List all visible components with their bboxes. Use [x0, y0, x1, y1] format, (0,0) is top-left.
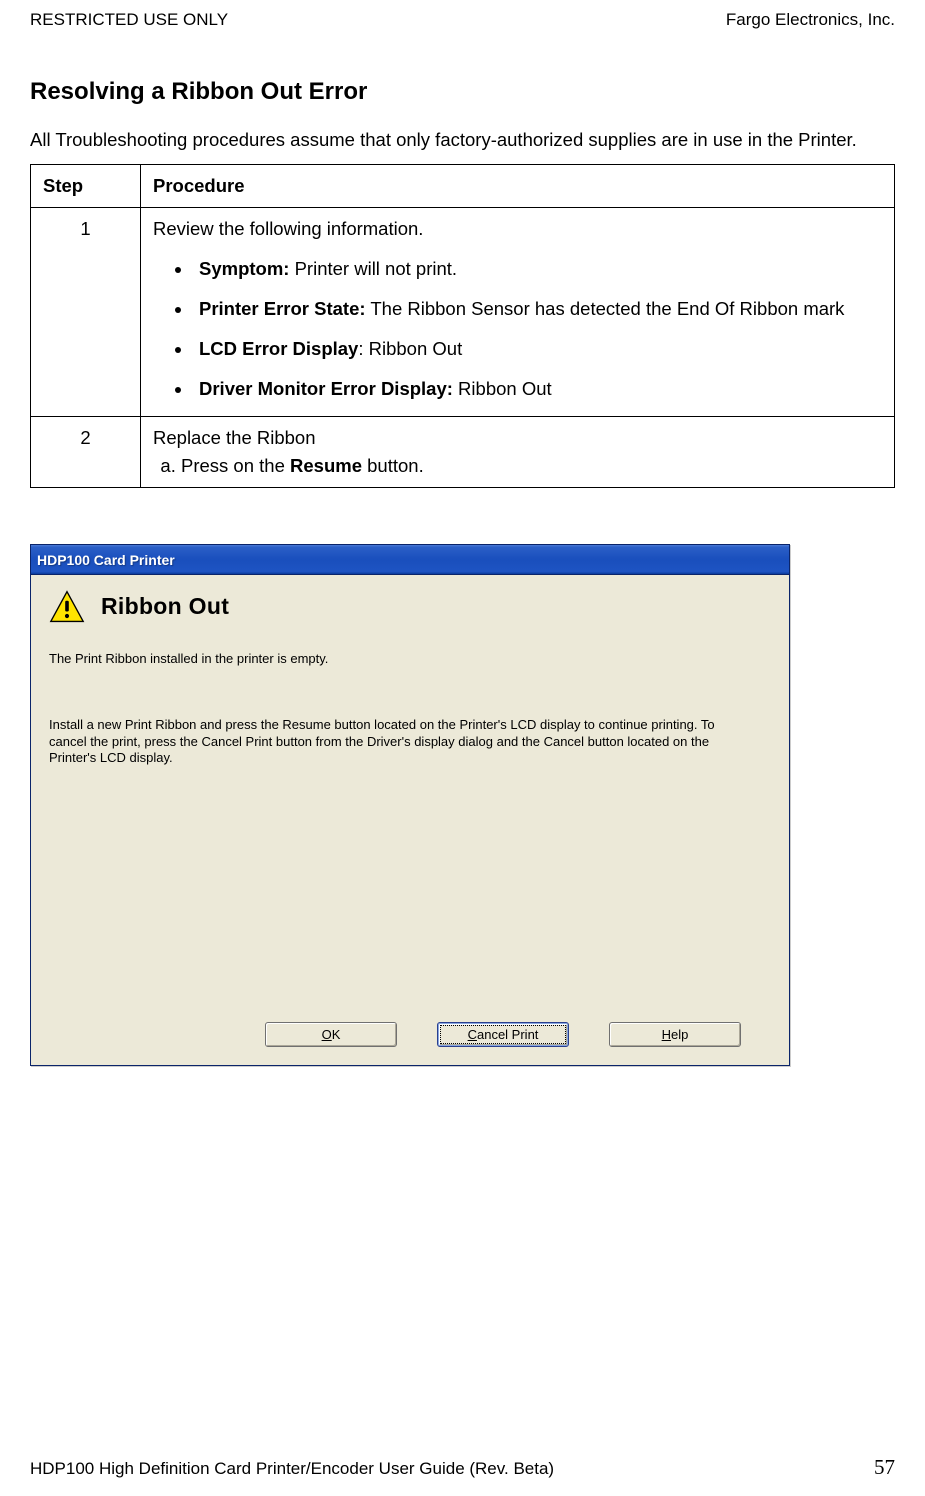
- help-mnemonic: H: [662, 1027, 671, 1042]
- ok-button[interactable]: OK: [265, 1022, 397, 1047]
- error-dialog: HDP100 Card Printer Ribbon Out The Print…: [30, 544, 790, 1066]
- table-header-row: Step Procedure: [31, 165, 895, 208]
- bullet-text: Printer will not print.: [289, 258, 457, 279]
- substep-pre: Press on the: [181, 455, 290, 476]
- page-number: 57: [874, 1455, 895, 1480]
- dialog-instruction: Install a new Print Ribbon and press the…: [49, 717, 749, 766]
- col-header-procedure: Procedure: [141, 165, 895, 208]
- bullet-label: LCD Error Display: [199, 338, 358, 359]
- table-row: 2 Replace the Ribbon Press on the Resume…: [31, 417, 895, 488]
- bullet-text: : Ribbon Out: [358, 338, 462, 359]
- bullet-label: Driver Monitor Error Display:: [199, 378, 453, 399]
- header-left: RESTRICTED USE ONLY: [30, 10, 228, 30]
- ok-rest: K: [332, 1027, 341, 1042]
- step-number: 2: [31, 417, 141, 488]
- substep-post: button.: [362, 455, 424, 476]
- list-item: LCD Error Display: Ribbon Out: [193, 338, 882, 360]
- cancel-print-button[interactable]: Cancel Print: [437, 1022, 569, 1047]
- dialog-spacer: [49, 766, 771, 1022]
- bullet-label: Symptom:: [199, 258, 289, 279]
- page-footer: HDP100 High Definition Card Printer/Enco…: [30, 1455, 895, 1480]
- substep-bold: Resume: [290, 455, 362, 476]
- dialog-title: HDP100 Card Printer: [37, 552, 175, 568]
- list-item: Symptom: Printer will not print.: [193, 258, 882, 280]
- table-row: 1 Review the following information. Symp…: [31, 208, 895, 417]
- footer-left: HDP100 High Definition Card Printer/Enco…: [30, 1459, 554, 1479]
- dialog-header-row: Ribbon Out: [49, 589, 771, 625]
- dialog-titlebar: HDP100 Card Printer: [31, 545, 789, 575]
- substep-list: Press on the Resume button.: [153, 455, 882, 477]
- help-rest: elp: [671, 1027, 688, 1042]
- list-item: Printer Error State: The Ribbon Sensor h…: [193, 298, 882, 320]
- dialog-message: The Print Ribbon installed in the printe…: [49, 651, 771, 667]
- bullet-text: Ribbon Out: [453, 378, 552, 399]
- bullet-text: The Ribbon Sensor has detected the End O…: [366, 298, 845, 319]
- procedure-lead: Replace the Ribbon: [153, 427, 316, 448]
- procedure-lead: Review the following information.: [153, 218, 423, 239]
- procedure-table: Step Procedure 1 Review the following in…: [30, 164, 895, 488]
- header-right: Fargo Electronics, Inc.: [726, 10, 895, 30]
- page-header: RESTRICTED USE ONLY Fargo Electronics, I…: [30, 10, 895, 30]
- step-number: 1: [31, 208, 141, 417]
- section-title: Resolving a Ribbon Out Error: [30, 78, 895, 106]
- dialog-screenshot: HDP100 Card Printer Ribbon Out The Print…: [30, 544, 895, 1066]
- cancel-rest: ancel Print: [477, 1027, 538, 1042]
- ok-mnemonic: O: [322, 1027, 332, 1042]
- list-item: Driver Monitor Error Display: Ribbon Out: [193, 378, 882, 400]
- col-header-step: Step: [31, 165, 141, 208]
- help-button[interactable]: Help: [609, 1022, 741, 1047]
- dialog-button-row: OK Cancel Print Help: [49, 1022, 771, 1053]
- list-item: Press on the Resume button.: [181, 455, 882, 477]
- bullet-label: Printer Error State:: [199, 298, 366, 319]
- warning-icon: [49, 589, 85, 625]
- dialog-body: Ribbon Out The Print Ribbon installed in…: [31, 575, 789, 1065]
- procedure-cell: Replace the Ribbon Press on the Resume b…: [141, 417, 895, 488]
- intro-paragraph: All Troubleshooting procedures assume th…: [30, 128, 895, 152]
- bullet-list: Symptom: Printer will not print. Printer…: [153, 258, 882, 400]
- cancel-mnemonic: C: [468, 1027, 477, 1042]
- procedure-cell: Review the following information. Sympto…: [141, 208, 895, 417]
- dialog-heading: Ribbon Out: [101, 593, 229, 620]
